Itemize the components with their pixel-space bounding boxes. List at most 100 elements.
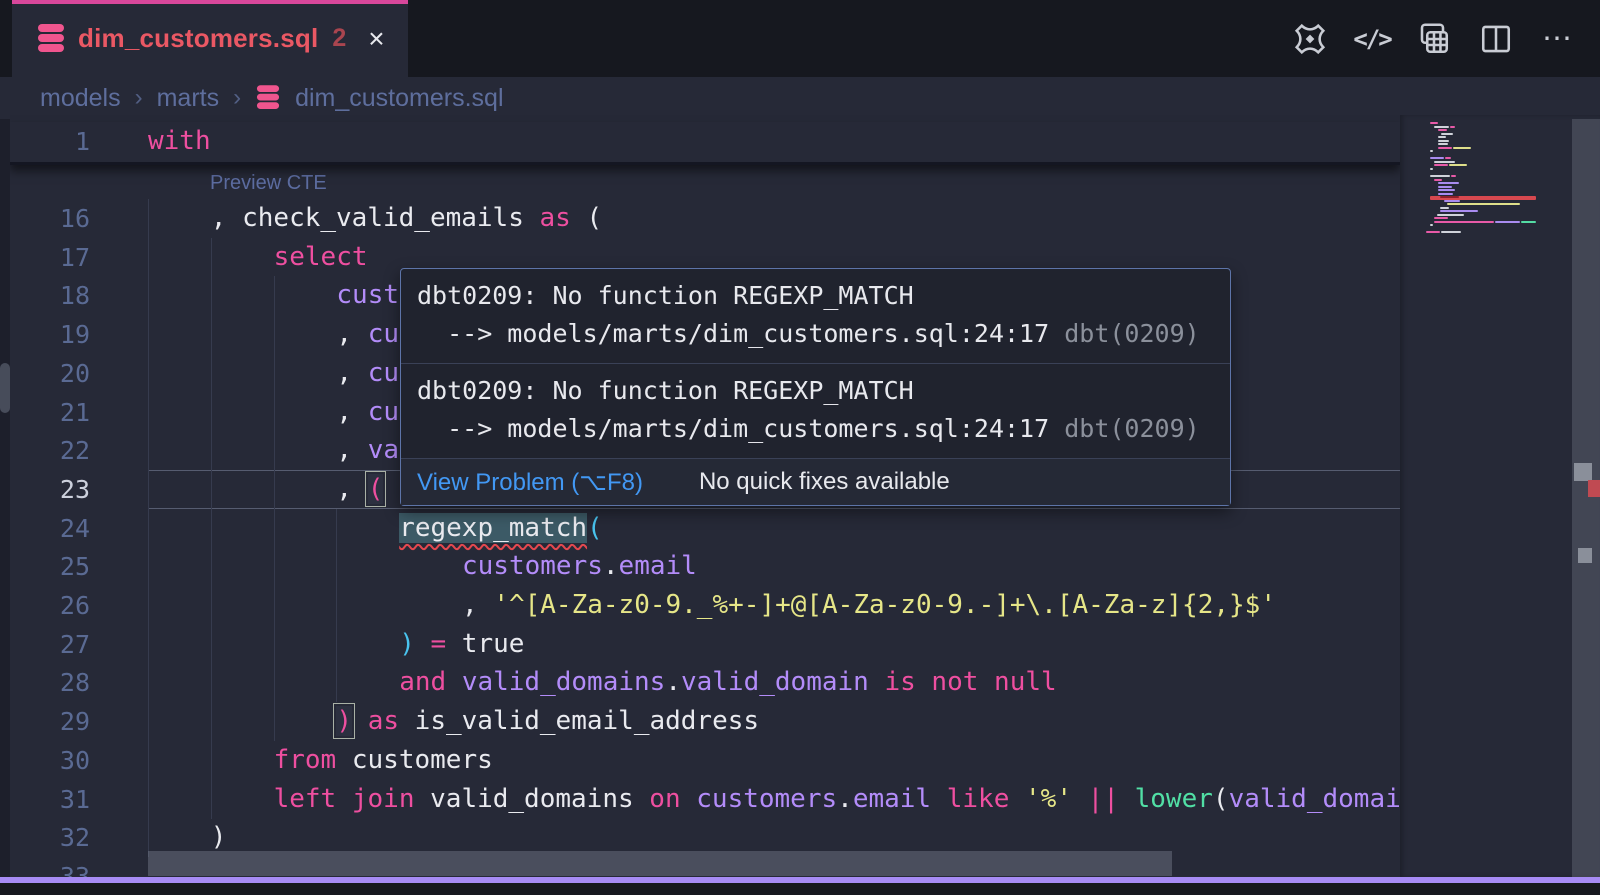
- indent-guide: [274, 393, 275, 432]
- minimap-line: [1430, 157, 1444, 159]
- dbt-icon[interactable]: [1292, 21, 1328, 57]
- code-token: cu: [368, 319, 399, 349]
- indent-guide: [148, 625, 149, 664]
- breadcrumb-models[interactable]: models: [40, 84, 121, 113]
- code-line[interactable]: 24regexp_match(: [10, 509, 1400, 548]
- line-number[interactable]: 18: [10, 276, 90, 315]
- close-tab-icon[interactable]: ×: [368, 23, 384, 55]
- minimap-line: [1430, 224, 1433, 226]
- query-results-icon[interactable]: [1416, 21, 1452, 57]
- indent-guide: [211, 470, 212, 509]
- show-code-icon[interactable]: </>: [1354, 21, 1390, 57]
- indent-guide: [211, 276, 212, 315]
- line-number[interactable]: 29: [10, 702, 90, 741]
- minimap-line: [1434, 217, 1448, 219]
- indent-guide: [274, 276, 275, 315]
- minimap-line: [1438, 182, 1459, 184]
- tab-dim-customers[interactable]: dim_customers.sql 2 ×: [12, 0, 408, 77]
- indent-guide: [148, 276, 149, 315]
- code-token: email: [853, 784, 931, 814]
- minimap-line: [1450, 126, 1455, 128]
- line-number[interactable]: 28: [10, 663, 90, 702]
- code-token: ): [399, 629, 415, 659]
- code-line[interactable]: 27) = true: [10, 625, 1400, 664]
- code-token: [681, 784, 697, 814]
- code-token: cu: [368, 397, 399, 427]
- minimap-line: [1449, 164, 1467, 166]
- problem-message-text: dbt0209: No function REGEXP_MATCH: [417, 277, 1214, 315]
- sidebar-sash[interactable]: [0, 119, 10, 877]
- code-line[interactable]: 25customers.email: [10, 547, 1400, 586]
- code-token: regexp_match: [399, 513, 587, 543]
- minimap-line: [1441, 231, 1461, 233]
- indent-guide: [274, 354, 275, 393]
- code-line[interactable]: 16, check_valid_emails as (: [10, 199, 1400, 238]
- sticky-scroll-line[interactable]: 1 with: [10, 122, 1400, 165]
- code-token: [1009, 784, 1025, 814]
- line-number[interactable]: 31: [10, 780, 90, 819]
- more-actions-icon[interactable]: ⋯: [1540, 21, 1576, 57]
- breadcrumb: models › marts › dim_customers.sql: [40, 77, 504, 119]
- breadcrumb-marts[interactable]: marts: [157, 84, 220, 113]
- minimap-line: [1495, 221, 1520, 223]
- code-token: va: [368, 435, 399, 465]
- tab-title: dim_customers.sql: [78, 23, 318, 54]
- editor-actions: </> ⋯: [1292, 0, 1576, 77]
- breadcrumb-file[interactable]: dim_customers.sql: [295, 84, 503, 113]
- line-number: 1: [10, 122, 90, 161]
- horizontal-scrollbar[interactable]: [148, 851, 1172, 876]
- codelens-preview-cte[interactable]: Preview CTE: [210, 172, 327, 195]
- indent-guide: [211, 780, 212, 819]
- minimap[interactable]: [1400, 115, 1600, 877]
- line-number[interactable]: 19: [10, 315, 90, 354]
- breadcrumb-separator: ›: [135, 84, 143, 112]
- window-bottom-edge: [0, 883, 1600, 895]
- indent-guide: [211, 354, 212, 393]
- code-token: (: [368, 474, 384, 504]
- code-line[interactable]: 31left join valid_domains on customers.e…: [10, 780, 1400, 819]
- line-number[interactable]: 23: [10, 470, 90, 509]
- split-editor-icon[interactable]: [1478, 21, 1514, 57]
- breadcrumb-separator: ›: [233, 84, 241, 112]
- minimap-line: [1453, 147, 1471, 149]
- code-token: [1119, 784, 1135, 814]
- overview-ruler-selection-mark: [1574, 463, 1592, 481]
- code-token: valid_domains: [1229, 784, 1400, 814]
- indent-guide: [148, 509, 149, 548]
- line-number[interactable]: 20: [10, 354, 90, 393]
- indent-guide: [148, 354, 149, 393]
- line-number[interactable]: 32: [10, 818, 90, 857]
- indent-guide: [211, 315, 212, 354]
- line-number[interactable]: 22: [10, 431, 90, 470]
- code-line[interactable]: 30from customers: [10, 741, 1400, 780]
- code-token: [931, 784, 947, 814]
- sash-drag-handle[interactable]: [0, 363, 10, 413]
- minimap-line: [1440, 210, 1478, 212]
- indent-guide: [274, 431, 275, 470]
- line-number[interactable]: 25: [10, 547, 90, 586]
- line-number[interactable]: 27: [10, 625, 90, 664]
- indent-guide: [336, 547, 337, 586]
- indent-guide: [274, 547, 275, 586]
- code-line[interactable]: 26, '^[A-Za-z0-9._%+-]+@[A-Za-z0-9.-]+\.…: [10, 586, 1400, 625]
- minimap-line: [1438, 189, 1455, 191]
- view-problem-link[interactable]: View Problem (⌥F8): [417, 468, 643, 497]
- code-token: [415, 629, 431, 659]
- indent-guide: [211, 238, 212, 277]
- code-token: '^[A-Za-z0-9._%+-]+@[A-Za-z0-9.-]+\.[A-Z…: [493, 590, 1276, 620]
- line-number[interactable]: 24: [10, 509, 90, 548]
- indent-guide: [274, 702, 275, 741]
- code-line[interactable]: 28and valid_domains.valid_domain is not …: [10, 663, 1400, 702]
- minimap-line: [1430, 122, 1438, 124]
- line-number[interactable]: 33: [10, 857, 90, 877]
- vertical-scrollbar[interactable]: [1572, 119, 1600, 877]
- minimap-line: [1434, 221, 1494, 223]
- code-line[interactable]: 29) as is_valid_email_address: [10, 702, 1400, 741]
- line-number[interactable]: 21: [10, 393, 90, 432]
- indent-guide: [211, 741, 212, 780]
- code-token: like: [947, 784, 1010, 814]
- indent-guide: [336, 509, 337, 548]
- line-number[interactable]: 26: [10, 586, 90, 625]
- line-number[interactable]: 30: [10, 741, 90, 780]
- problem-code: dbt(0209): [1064, 414, 1199, 443]
